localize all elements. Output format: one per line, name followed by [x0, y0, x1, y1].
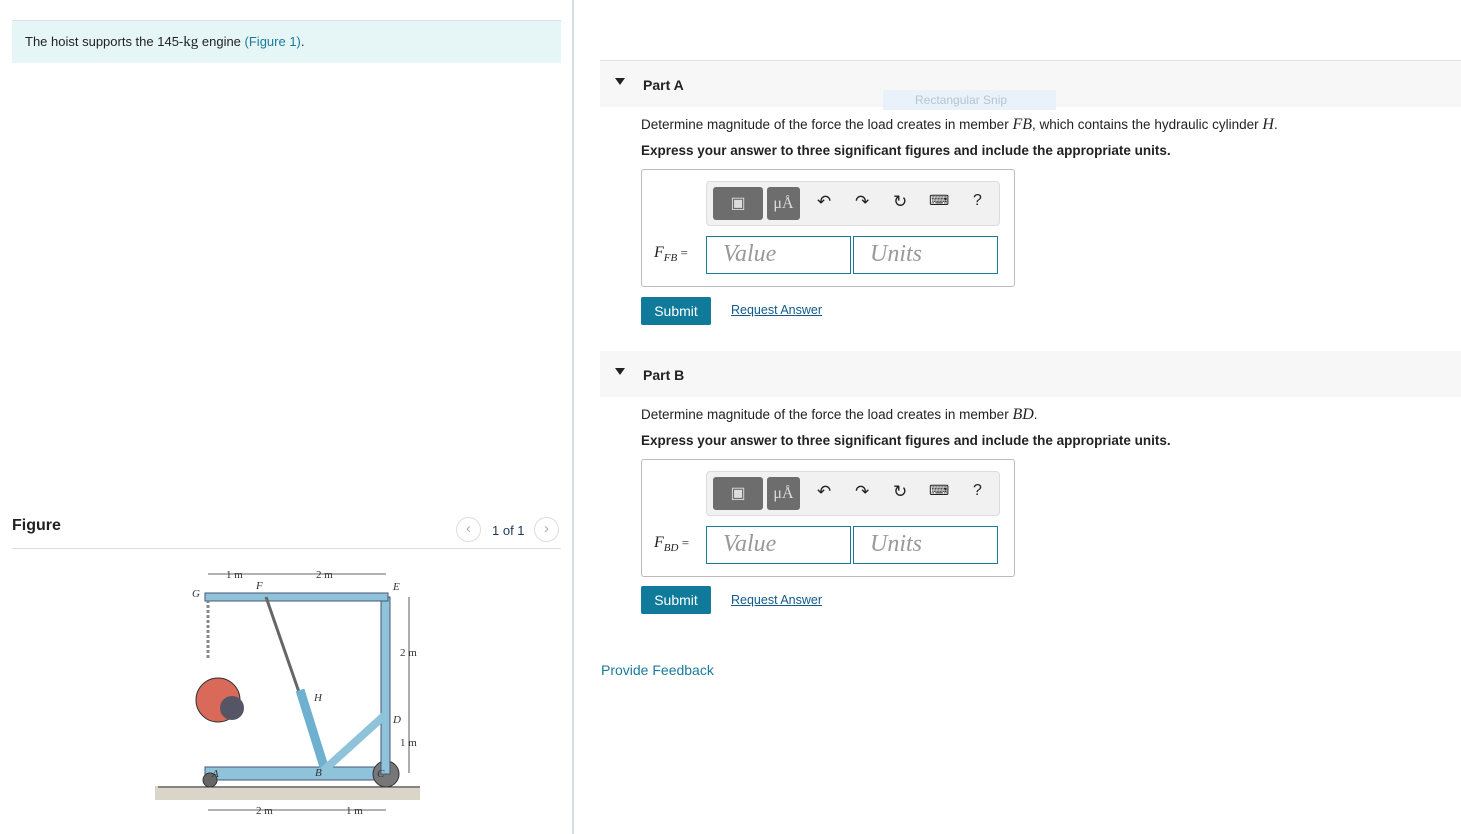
svg-text:2 m: 2 m — [400, 647, 417, 659]
figure-title: Figure — [12, 517, 61, 534]
svg-text:1 m: 1 m — [226, 569, 243, 581]
figure-link[interactable]: (Figure 1) — [245, 34, 301, 49]
value-input[interactable]: Value — [706, 526, 851, 564]
part-b-answer-box: ▣ μÅ ↶ ↷ ↻ ⌨ ? FBD = Value Units — [641, 459, 1015, 577]
svg-text:C: C — [377, 768, 385, 780]
svg-text:G: G — [192, 588, 200, 600]
undo-icon[interactable]: ↶ — [817, 482, 831, 502]
part-b-instruction: Express your answer to three significant… — [641, 433, 1171, 448]
part-a-answer-box: ▣ μÅ ↶ ↷ ↻ ⌨ ? FFB = Value Units — [641, 169, 1015, 287]
svg-text:B: B — [315, 767, 322, 779]
request-answer-link[interactable]: Request Answer — [731, 593, 822, 607]
math-toolbar: ▣ μÅ ↶ ↷ ↻ ⌨ ? — [706, 181, 1000, 226]
svg-text:1 m: 1 m — [400, 737, 417, 749]
collapse-triangle-icon[interactable] — [615, 78, 625, 85]
redo-icon[interactable]: ↷ — [855, 482, 869, 502]
help-button[interactable]: ? — [973, 482, 982, 500]
left-panel: The hoist supports the 145-kg engine (Fi… — [0, 0, 574, 834]
svg-text:E: E — [392, 581, 400, 593]
units-button[interactable]: μÅ — [767, 477, 800, 510]
keyboard-icon[interactable]: ⌨ — [929, 192, 949, 209]
snip-overlay: Rectangular Snip — [883, 90, 1056, 110]
units-input[interactable]: Units — [853, 236, 998, 274]
part-a-question: Determine magnitude of the force the loa… — [641, 116, 1278, 133]
redo-icon[interactable]: ↷ — [855, 192, 869, 212]
variable-label: FBD = — [654, 534, 690, 555]
boom-ge — [204, 592, 389, 602]
math-toolbar: ▣ μÅ ↶ ↷ ↻ ⌨ ? — [706, 471, 1000, 516]
part-a-instruction: Express your answer to three significant… — [641, 143, 1171, 158]
next-figure-button[interactable]: › — [534, 517, 559, 542]
keyboard-icon[interactable]: ⌨ — [929, 482, 949, 499]
units-input[interactable]: Units — [853, 526, 998, 564]
submit-button[interactable]: Submit — [641, 586, 711, 614]
provide-feedback-link[interactable]: Provide Feedback — [601, 662, 714, 678]
problem-intro: The hoist supports the 145-kg engine (Fi… — [12, 20, 561, 63]
templates-button[interactable]: ▣ — [713, 187, 763, 220]
reset-icon[interactable]: ↻ — [893, 482, 907, 502]
svg-text:A: A — [211, 768, 219, 780]
help-button[interactable]: ? — [973, 192, 982, 210]
hoist-figure: G F E H D A B C 1 m 2 m 2 m 1 m 2 m 1 m — [155, 569, 420, 817]
ground — [155, 786, 420, 800]
undo-icon[interactable]: ↶ — [817, 192, 831, 212]
prev-figure-button[interactable]: ‹ — [456, 517, 481, 542]
divider — [12, 548, 561, 549]
column-ce — [380, 596, 391, 775]
units-button[interactable]: μÅ — [767, 187, 800, 220]
value-input[interactable]: Value — [706, 236, 851, 274]
request-answer-link[interactable]: Request Answer — [731, 303, 822, 317]
svg-text:H: H — [313, 692, 323, 704]
base-member — [204, 766, 386, 781]
submit-button[interactable]: Submit — [641, 297, 711, 325]
figure-pager: 1 of 1 — [492, 523, 525, 538]
reset-icon[interactable]: ↻ — [893, 192, 907, 212]
part-b-header[interactable]: Part B — [600, 351, 1461, 397]
svg-text:1 m: 1 m — [346, 805, 363, 817]
svg-text:D: D — [392, 714, 401, 726]
variable-label: FFB = — [654, 244, 688, 265]
svg-text:2 m: 2 m — [316, 569, 333, 581]
svg-text:F: F — [255, 580, 263, 592]
collapse-triangle-icon[interactable] — [615, 368, 625, 375]
svg-text:2 m: 2 m — [256, 805, 273, 817]
part-b-question: Determine magnitude of the force the loa… — [641, 406, 1038, 423]
templates-button[interactable]: ▣ — [713, 477, 763, 510]
